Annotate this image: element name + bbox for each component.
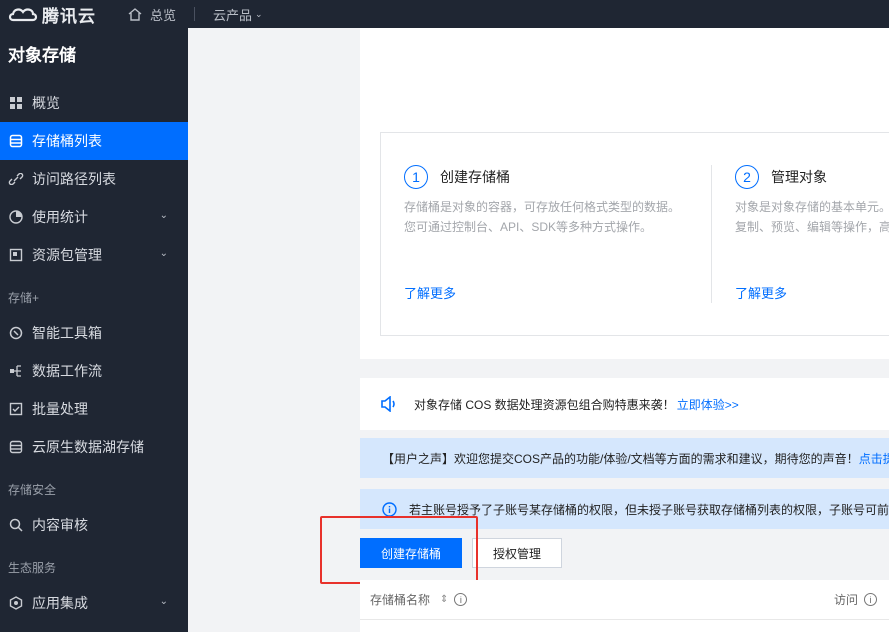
sidebar-item-label: 智能工具箱	[32, 325, 102, 341]
step-desc-line: 复制、预览、编辑等操作，高	[735, 220, 889, 234]
getting-started-card: 找 1 创建存储桶 存储桶是对象的容器，可存放任何格式类型的数据。 您可通过控制…	[360, 28, 889, 359]
notice-text: 若主账号授予了子账号某存储桶的权限，但未授子账号获取存储桶列表的权限，子账号可前	[409, 502, 889, 517]
sidebar-item-label: 应用集成	[32, 595, 88, 611]
step-description: 存储桶是对象的容器，可存放任何格式类型的数据。 您可通过控制台、API、SDK等…	[404, 197, 680, 237]
step-number: 1	[404, 165, 428, 189]
cloud-logo-icon	[8, 8, 38, 22]
sidebar: 对象存储 概览 存储桶列表 访问路径列表 使用统计 ⌄ 资源包管理 ⌄ 存储+	[0, 28, 188, 632]
promo-link[interactable]: 立即体验>>	[677, 396, 739, 413]
step-header: 1 创建存储桶	[404, 165, 510, 189]
learn-more-link[interactable]: 了解更多	[735, 283, 787, 302]
sidebar-item-label: 内容审核	[32, 517, 88, 533]
grid-icon	[8, 95, 24, 111]
highlight-box	[320, 516, 478, 584]
sidebar-item-data-lake-storage[interactable]: 云原生数据湖存储	[0, 428, 188, 466]
datalake-icon	[8, 439, 24, 455]
sidebar-title: 对象存储	[8, 46, 76, 65]
chevron-down-icon[interactable]: ⌄	[160, 248, 168, 259]
step-desc-line: 存储桶是对象的容器，可存放任何格式类型的数据。	[404, 200, 681, 214]
sidebar-item-bucket-list[interactable]: 存储桶列表	[0, 122, 188, 160]
sidebar-section-storage-security: 存储安全	[8, 483, 57, 497]
home-icon	[128, 7, 142, 21]
authorization-management-button[interactable]: 授权管理	[472, 538, 562, 568]
checkbox-icon	[8, 401, 24, 417]
bucket-table-body	[360, 620, 889, 632]
sidebar-section-storage-plus: 存储+	[8, 291, 40, 305]
chevron-down-icon[interactable]: ⌄	[160, 596, 168, 607]
sidebar-item-label: 云原生数据湖存储	[32, 439, 144, 455]
step-number: 2	[735, 165, 759, 189]
sidebar-item-label: 批量处理	[32, 401, 88, 417]
user-voice-text: 【用户之声】欢迎您提交COS产品的功能/体验/文档等方面的需求和建议，期待您的声…	[382, 451, 859, 466]
sidebar-item-batch-processing[interactable]: 批量处理	[0, 390, 188, 428]
help-icon[interactable]: i	[864, 593, 878, 606]
sidebar-item-usage-stats[interactable]: 使用统计 ⌄	[0, 198, 188, 236]
pie-chart-icon	[8, 209, 24, 225]
help-icon[interactable]: i	[454, 593, 468, 606]
sidebar-item-app-integration[interactable]: 应用集成 ⌄	[0, 584, 188, 622]
learn-more-link[interactable]: 了解更多	[404, 283, 456, 302]
column-access: 访问 i	[834, 591, 878, 608]
brand-logo[interactable]: 腾讯云	[8, 2, 112, 27]
step-desc-line: 对象是对象存储的基本单元。	[735, 200, 889, 214]
step-desc-line: 您可通过控制台、API、SDK等多种方式操作。	[404, 220, 653, 234]
products-menu[interactable]: 云产品 ⌄	[213, 5, 263, 24]
sidebar-item-label: 数据工作流	[32, 363, 102, 379]
step-description: 对象是对象存储的基本单元。 复制、预览、编辑等操作，高	[735, 197, 889, 237]
sidebar-item-label: 存储桶列表	[32, 133, 102, 149]
sidebar-item-content-review[interactable]: 内容审核	[0, 506, 188, 544]
workflow-icon	[8, 363, 24, 379]
sidebar-section-eco-services: 生态服务	[8, 561, 57, 575]
speaker-icon	[381, 396, 395, 412]
toolbox-icon	[8, 325, 24, 341]
topbar-divider	[194, 7, 196, 21]
chevron-down-icon[interactable]: ⌄	[160, 210, 168, 221]
column-bucket-name: 存储桶名称 ⇕ i	[370, 591, 468, 608]
chevron-down-icon: ⌄	[255, 8, 263, 19]
sidebar-item-overview[interactable]: 概览	[0, 84, 188, 122]
sidebar-item-package-management[interactable]: 资源包管理 ⌄	[0, 236, 188, 274]
sort-icon[interactable]: ⇕	[440, 594, 448, 605]
products-label: 云产品	[213, 7, 253, 23]
sidebar-item-label: 资源包管理	[32, 247, 102, 263]
promo-banner: 对象存储 COS 数据处理资源包组合购特惠来袭！ 立即体验>>	[360, 378, 889, 430]
main-content: 找 1 创建存储桶 存储桶是对象的容器，可存放任何格式类型的数据。 您可通过控制…	[188, 28, 889, 632]
step-title: 管理对象	[771, 169, 827, 185]
link-icon	[8, 171, 24, 187]
sidebar-item-access-paths[interactable]: 访问路径列表	[0, 160, 188, 198]
steps-panel: 1 创建存储桶 存储桶是对象的容器，可存放任何格式类型的数据。 您可通过控制台、…	[380, 132, 889, 336]
sidebar-item-data-workflow[interactable]: 数据工作流	[0, 352, 188, 390]
top-navigation-bar: 腾讯云 总览 云产品 ⌄	[0, 0, 889, 28]
promo-text: 对象存储 COS 数据处理资源包组合购特惠来袭！	[414, 397, 675, 412]
step-header: 2 管理对象	[735, 165, 827, 189]
sidebar-item-label: 访问路径列表	[32, 171, 116, 187]
sidebar-item-label: 概览	[32, 95, 60, 111]
search-icon	[8, 517, 24, 533]
overview-link[interactable]: 总览	[128, 5, 176, 24]
column-label: 访问	[834, 593, 859, 607]
sidebar-item-smart-toolbox[interactable]: 智能工具箱	[0, 314, 188, 352]
info-icon	[382, 501, 397, 517]
overview-label: 总览	[150, 7, 177, 23]
hexagon-icon	[8, 595, 24, 611]
column-label: 存储桶名称	[370, 593, 431, 607]
step-create-bucket: 1 创建存储桶 存储桶是对象的容器，可存放任何格式类型的数据。 您可通过控制台、…	[381, 133, 711, 335]
bucket-table-header: 存储桶名称 ⇕ i 访问 i	[360, 580, 889, 620]
package-icon	[8, 247, 24, 263]
bucket-icon	[8, 133, 24, 149]
user-voice-link[interactable]: 点击提	[859, 450, 889, 467]
brand-name: 腾讯云	[42, 6, 96, 26]
step-title: 创建存储桶	[440, 169, 510, 185]
user-voice-banner: 【用户之声】欢迎您提交COS产品的功能/体验/文档等方面的需求和建议，期待您的声…	[360, 438, 889, 478]
sidebar-item-label: 使用统计	[32, 209, 88, 225]
step-manage-objects: 2 管理对象 对象是对象存储的基本单元。 复制、预览、编辑等操作，高 了解更多	[711, 165, 889, 303]
